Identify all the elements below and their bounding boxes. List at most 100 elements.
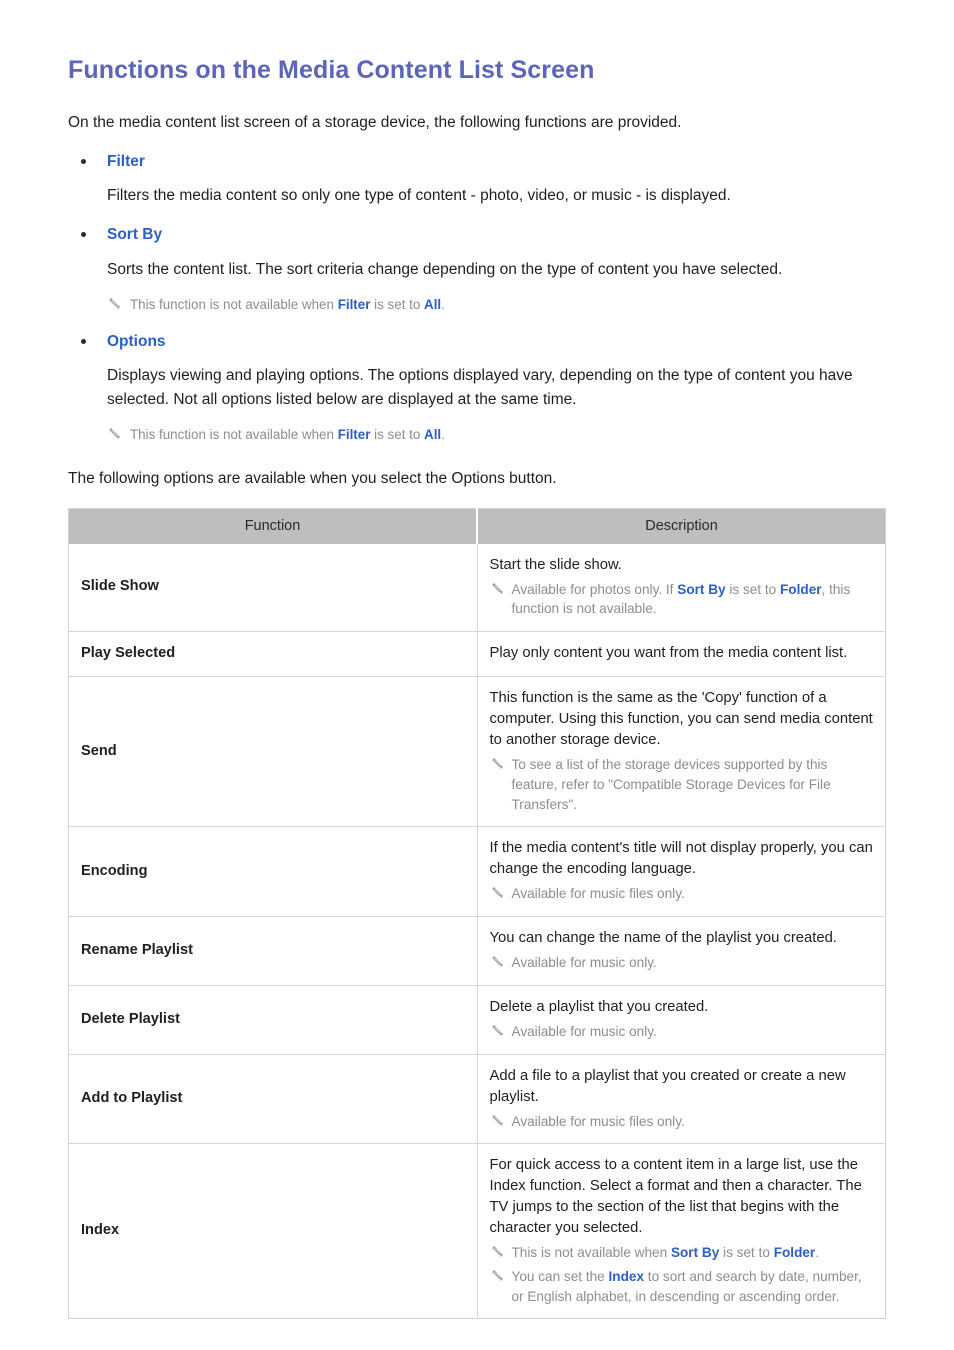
note-text: . [441,427,445,443]
pencil-icon [490,581,505,596]
pencil-icon [490,756,505,771]
description-text: You can change the name of the playlist … [489,930,837,947]
note-text: is set to [725,581,780,597]
table-row: Slide Show Start the slide show. Available… [68,543,886,632]
options-table-body: Slide Show Start the slide show. Available… [68,543,886,1319]
cell-function-name[interactable]: Delete Playlist [68,984,478,1055]
function-description: Displays viewing and playing options. Th… [107,367,853,409]
pencil-icon [490,1113,505,1128]
description-text: Delete a playlist that you created. [489,998,709,1015]
cell-function-name[interactable]: Play Selected [68,631,478,677]
cell-function-name[interactable]: Index [68,1143,478,1319]
table-row: Send This function is the same as the 'Co… [68,676,886,827]
note-link[interactable]: Sort By [677,582,725,597]
note-link[interactable]: All [424,427,441,442]
pencil-icon [490,1268,505,1283]
note-line: To see a list of the storage devices sup… [490,755,874,814]
function-description: Sorts the content list. The sort criteri… [107,261,783,279]
function-bullet-options: Options [68,331,886,353]
table-row: Index For quick access to a content item … [68,1143,886,1319]
page-title: Functions on the Media Content List Scre… [68,56,595,84]
table-row: Rename Playlist You can change the name o… [68,916,886,986]
cell-description: You can change the name of the playlist … [477,916,886,986]
pencil-icon [490,1023,505,1038]
pencil-icon [490,954,505,969]
table-row: Delete Playlist Delete a playlist that yo… [68,984,886,1055]
note-text: This is not available when [511,1245,671,1261]
note-text: Available for photos only. If [511,581,678,597]
cell-function-name[interactable]: Send [68,676,478,827]
function-name-link[interactable]: Options [107,333,166,350]
cell-function-name[interactable]: Add to Playlist [68,1053,478,1144]
document-content: Functions on the Media Content List Scre… [68,56,886,1320]
note-line: Available for music only. [490,1022,874,1042]
table-row: Play Selected Play only content you want … [68,631,886,677]
cell-function-name[interactable]: Encoding [68,826,478,917]
document-page: Functions on the Media Content List Scre… [0,0,954,1350]
note-line: This is not available when Sort By is se… [490,1243,874,1263]
note-link[interactable]: Index [609,1269,645,1284]
note-line: Available for music files only. [490,1112,874,1132]
cell-description: Add a file to a playlist that you create… [477,1053,886,1144]
note-text: Available for music only. [511,1023,657,1039]
bullet-dot-icon [81,338,86,344]
options-table-head: Function Description [68,508,886,544]
note-text: This function is not available when [130,297,338,313]
note-link[interactable]: All [424,297,441,312]
pencil-icon [107,426,122,441]
note-line: This function is not available when Filt… [107,425,886,444]
note-link[interactable]: Filter [338,427,371,442]
note-text: is set to [370,427,425,443]
function-sections: Filter Filters the media content so only … [68,151,886,445]
note-link[interactable]: Sort By [671,1245,719,1260]
bullet-dot-icon [81,232,86,238]
pencil-icon [490,885,505,900]
column-header-function: Function [68,508,478,544]
note-link[interactable]: Filter [338,297,371,312]
function-bullet-filter: Filter [68,151,886,173]
table-intro-paragraph: The following options are available when… [68,469,557,487]
function-name-link[interactable]: Sort By [107,226,162,243]
description-text: Play only content you want from the medi… [489,645,848,662]
note-text: Available for music files only. [511,1113,685,1129]
description-text: Start the slide show. [489,556,622,573]
cell-function-name[interactable]: Slide Show [68,543,478,632]
description-text: Add a file to a playlist that you create… [489,1067,846,1105]
pencil-icon [107,296,122,311]
pencil-icon [490,1244,505,1259]
function-description: Filters the media content so only one ty… [107,187,731,205]
table-header-row: Function Description [68,508,886,544]
note-line: Available for music only. [490,953,874,973]
intro-paragraph: On the media content list screen of a st… [68,113,682,131]
note-text: . [441,297,445,313]
cell-description: For quick access to a content item in a … [477,1143,886,1319]
note-text: is set to [370,297,425,313]
options-table: Function Description Slide Show Start the… [68,507,886,1320]
note-text: This function is not available when [130,427,338,443]
cell-description: Start the slide show. Available for photo… [477,544,886,632]
function-bullet-sort-by: Sort By [68,224,886,246]
description-text: For quick access to a content item in a … [489,1157,862,1237]
cell-description: This function is the same as the 'Copy' … [477,676,886,827]
cell-description: If the media content's title will not di… [477,826,886,917]
cell-description: Delete a playlist that you created. Avail… [477,984,886,1055]
note-text: . [815,1245,820,1261]
note-line: Available for photos only. If Sort By is… [490,580,874,619]
note-text: You can set the [511,1268,609,1284]
note-text: Available for music files only. [511,886,685,902]
table-row: Add to Playlist Add a file to a playlist … [68,1053,886,1144]
note-line: You can set the Index to sort and search… [490,1267,874,1306]
bullet-dot-icon [81,158,86,164]
table-row: Encoding If the media content's title wil… [68,826,886,917]
note-link[interactable]: Folder [780,582,822,597]
cell-function-name[interactable]: Rename Playlist [68,916,478,986]
description-text: If the media content's title will not di… [489,840,873,878]
note-text: is set to [719,1245,774,1261]
function-name-link[interactable]: Filter [107,153,145,170]
note-line: Available for music files only. [490,884,874,904]
note-text: Available for music only. [511,955,657,971]
note-text: To see a list of the storage devices sup… [511,757,831,812]
note-link[interactable]: Folder [774,1245,816,1260]
cell-description: Play only content you want from the medi… [477,631,886,677]
note-line: This function is not available when Filt… [107,295,886,314]
